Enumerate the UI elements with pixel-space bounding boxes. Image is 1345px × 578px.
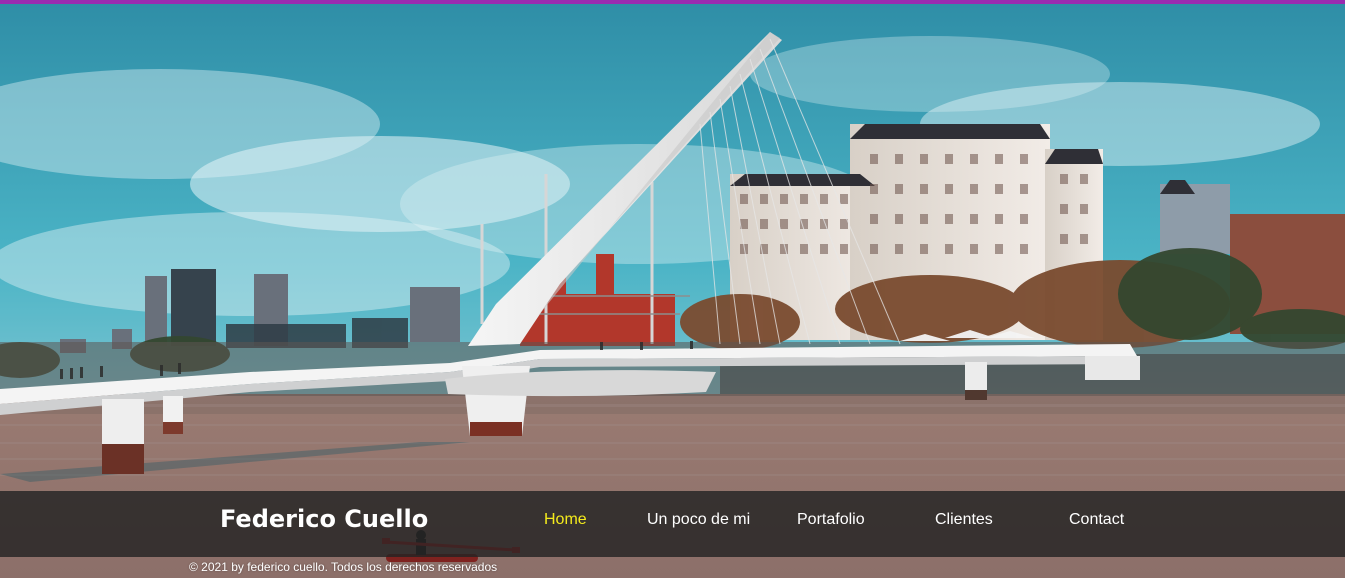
nav-about[interactable]: Un poco de mi (647, 511, 750, 529)
nav-contact[interactable]: Contact (1069, 511, 1124, 529)
nav-portfolio[interactable]: Portafolio (797, 511, 865, 529)
main-nav-bar: Federico Cuello Home Un poco de mi Porta… (0, 491, 1345, 557)
nav-home[interactable]: Home (544, 511, 587, 529)
site-brand[interactable]: Federico Cuello (220, 505, 428, 533)
nav-clients[interactable]: Clientes (935, 511, 993, 529)
copyright-text: © 2021 by federico cuello. Todos los der… (189, 560, 498, 574)
top-accent-bar (0, 0, 1345, 4)
